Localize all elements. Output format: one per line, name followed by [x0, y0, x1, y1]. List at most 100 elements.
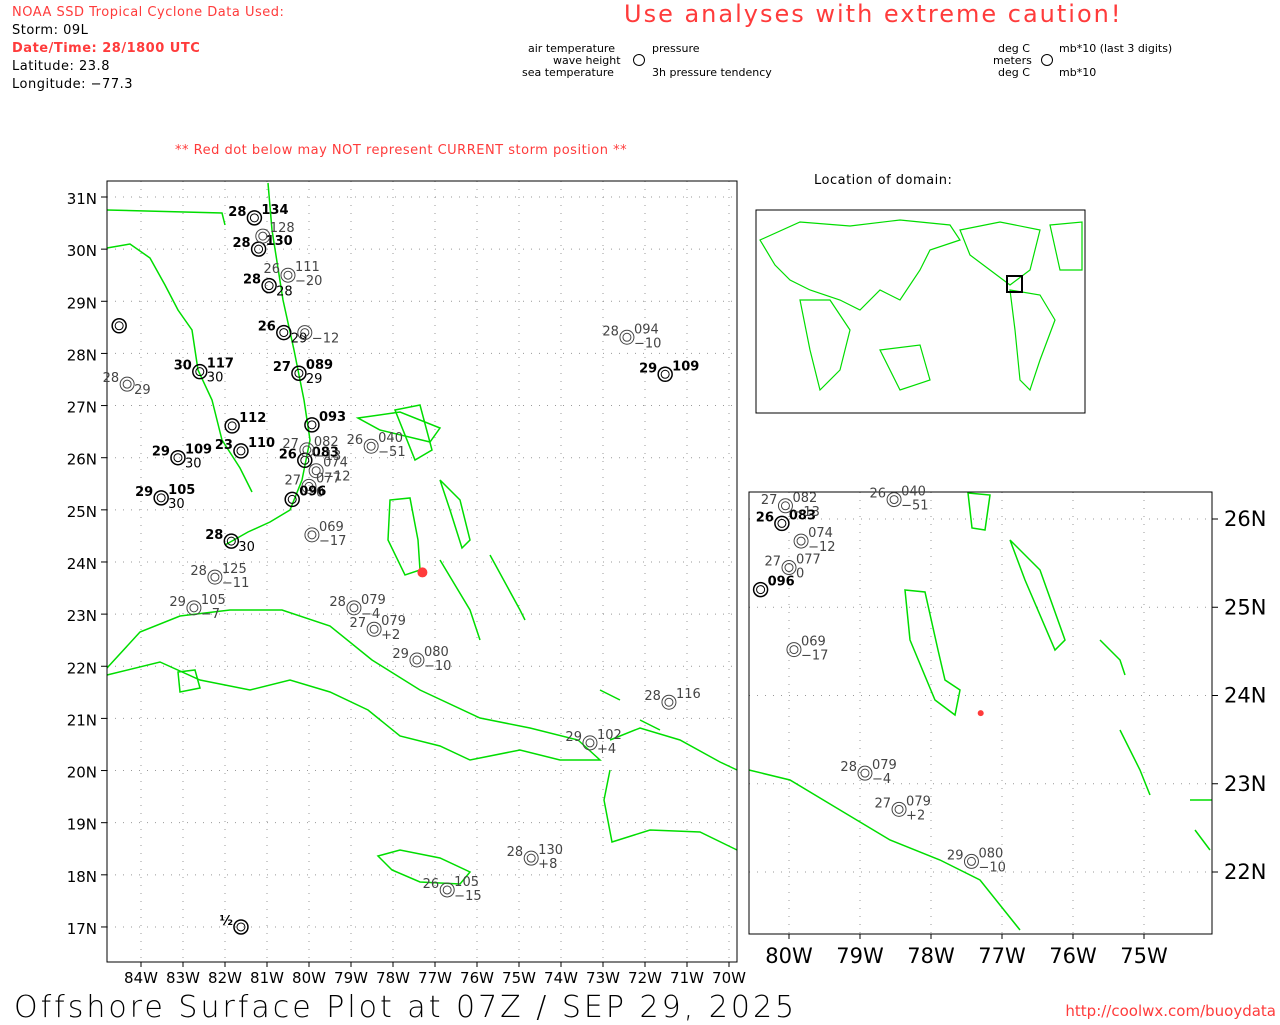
station-pressure: 069: [801, 635, 826, 650]
station-air-temp: 29: [947, 848, 964, 863]
station-tendency: −51: [901, 499, 928, 514]
inset-storm-position-dot: [977, 710, 984, 717]
station-tendency: −10: [978, 860, 1005, 875]
lon-label: 73W: [586, 969, 620, 987]
station-air-temp: 28: [190, 564, 207, 579]
station-air-temp: 26: [423, 877, 440, 892]
exuma-coast: [439, 554, 526, 641]
station-pressure: 111: [295, 260, 320, 275]
station-tendency: −10: [634, 336, 661, 351]
lat-label: 29N: [67, 294, 97, 312]
lon-label: 70W: [712, 969, 746, 987]
station-tendency: 30: [238, 540, 255, 555]
station-pressure: 130: [538, 843, 563, 858]
station-air-temp: 28: [840, 760, 857, 775]
eleuthera-coast: [439, 479, 471, 550]
station-wave-icon: [369, 624, 379, 634]
station-pressure: 109: [185, 443, 212, 458]
station-tendency: −12: [312, 332, 339, 347]
lon-label: 77W: [418, 969, 452, 987]
cuba-coast: [106, 609, 602, 761]
lat-label: 18N: [67, 868, 97, 886]
station-tendency: −11: [222, 576, 249, 591]
main-map-coastlines: [106, 182, 738, 885]
station-plot: 29 109: [639, 359, 699, 383]
station-plot: 26 111−20: [263, 260, 322, 289]
lat-label: 31N: [67, 190, 97, 208]
station-pressure: 082: [314, 435, 339, 450]
station-plot: 29 080−10: [392, 645, 451, 674]
lon-label: 78W: [376, 969, 410, 987]
station-wave-icon: [660, 369, 670, 379]
station-plot: 27 079+2: [875, 794, 931, 823]
lat-label: 30N: [67, 242, 97, 260]
station-plot: 28 130: [233, 234, 293, 257]
station-wave-icon: [249, 213, 259, 223]
station-wave-icon: [526, 853, 536, 863]
station-pressure: 074: [808, 526, 833, 541]
station-circle-icon: [224, 418, 240, 434]
station-tendency: −51: [378, 445, 405, 460]
station-pressure: 079: [872, 758, 897, 773]
station-plot: 093: [304, 410, 346, 433]
plot-title: Offshore Surface Plot at 07Z / SEP 29, 2…: [14, 990, 798, 1025]
station-air-temp: 26: [756, 510, 774, 525]
station-pressure: 117: [207, 357, 234, 372]
station-air-temp: 29: [169, 595, 186, 610]
station-plot: 096: [752, 575, 795, 598]
station-pressure: 109: [672, 359, 699, 374]
station-circle-icon: [661, 694, 677, 710]
station-wave-icon: [796, 536, 806, 546]
lon-label: 77W: [978, 944, 1026, 968]
station-pressure: 069: [319, 520, 344, 535]
lat-label: 17N: [67, 920, 97, 938]
station-wave-icon: [210, 572, 220, 582]
station-wave-icon: [894, 804, 904, 814]
lat-label: 19N: [67, 816, 97, 834]
station-pressure: 110: [248, 436, 275, 451]
station-pressure: 102: [597, 728, 622, 743]
station-circle-icon: [153, 490, 169, 506]
station-air-temp: 29: [565, 730, 582, 745]
lat-label: 24N: [67, 555, 97, 573]
station-wave-icon: [189, 603, 199, 613]
storm-position-dot: [417, 567, 428, 578]
station-circle-icon: [233, 919, 249, 935]
station-circle-icon: [207, 569, 223, 585]
station-circle-icon: [261, 277, 277, 294]
lon-label: 75W: [1120, 944, 1168, 968]
station-pressure: 079: [361, 593, 386, 608]
station-wave-icon: [122, 379, 132, 389]
station-tendency: −13: [314, 449, 341, 464]
station-plot: 28 079−4: [840, 758, 896, 787]
station-tendency: +8: [538, 857, 557, 872]
station-circle-icon: [276, 324, 292, 341]
lon-label: 83W: [166, 969, 200, 987]
station-circle-icon: [119, 376, 135, 392]
station-air-temp: 26: [347, 433, 364, 448]
station-air-temp: 26: [258, 320, 276, 335]
station-plot: ½: [219, 914, 249, 935]
station-tendency: −13: [792, 505, 819, 520]
lon-label: 78W: [907, 944, 955, 968]
lat-label: 22N: [67, 659, 97, 677]
station-air-temp: 27: [350, 616, 367, 631]
station-wave-icon: [756, 585, 766, 595]
source-link[interactable]: http://coolwx.com/buoydata: [1065, 1002, 1276, 1020]
station-pressure: 105: [201, 593, 226, 608]
station-circle-icon: [233, 443, 249, 459]
station-tendency: 30: [207, 371, 224, 386]
station-wave-icon: [254, 244, 264, 254]
lat-label: 27N: [67, 399, 97, 417]
station-circle-icon: [186, 600, 202, 616]
station-pressure: 094: [634, 322, 659, 337]
station-wave-icon: [279, 328, 289, 338]
lat-label: 23N: [67, 607, 97, 625]
station-circle-icon: [857, 765, 873, 781]
station-tendency: 0: [796, 567, 804, 582]
lon-label: 72W: [628, 969, 662, 987]
lat-label: 22N: [1224, 860, 1266, 884]
station-air-temp: 28: [602, 324, 619, 339]
lat-label: 26N: [67, 451, 97, 469]
station-tendency: +2: [381, 628, 400, 643]
